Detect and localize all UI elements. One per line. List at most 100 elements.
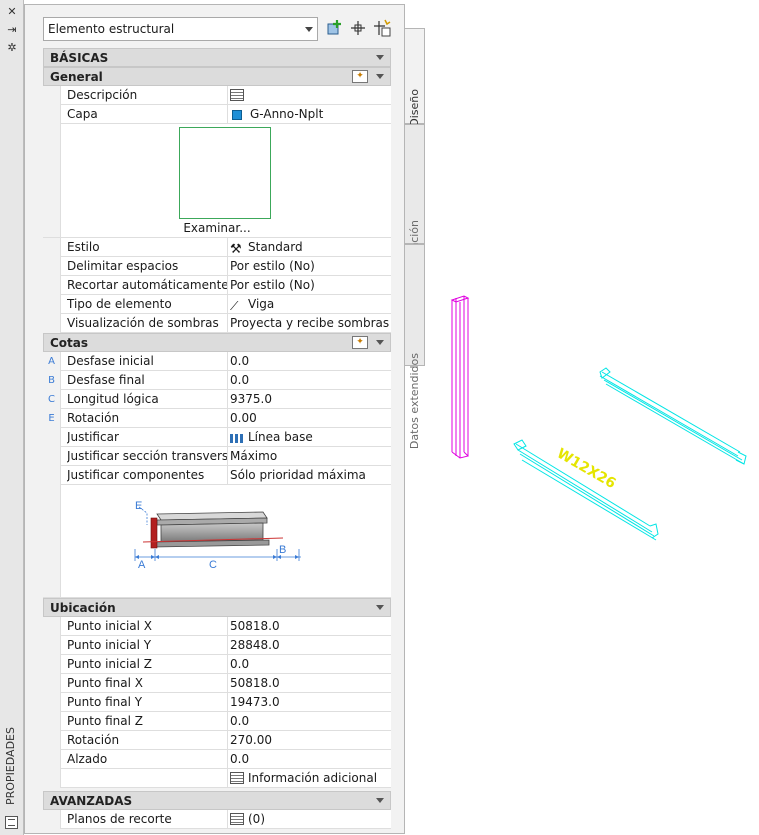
property-value[interactable]: ⟋ Viga [230,295,390,314]
collapse-icon[interactable] [376,74,384,79]
column-member[interactable] [450,295,470,459]
property-value[interactable] [230,86,390,105]
properties-window-icon[interactable] [5,816,18,829]
property-label: Longitud lógica [67,390,228,409]
dimension-key: E [43,409,61,428]
property-row-justify[interactable]: Justificar Línea base [43,428,391,447]
property-row-shadow-display[interactable]: Visualización de sombras Proyecta y reci… [43,314,391,333]
property-row-end-z[interactable]: Punto final Z 0.0 [43,712,391,731]
property-row-justify-components[interactable]: Justificar componentes Sólo prioridad má… [43,466,391,485]
row-gutter [43,276,61,295]
property-value[interactable]: Proyecta y recibe sombras [230,314,390,333]
property-row-end-x[interactable]: Punto final X 50818.0 [43,674,391,693]
property-value[interactable]: 0.0 [230,712,390,731]
category-basic[interactable]: BÁSICAS [43,48,391,67]
category-advanced[interactable]: AVANZADAS [43,791,391,810]
property-row-start-z[interactable]: Punto inicial Z 0.0 [43,655,391,674]
property-row-description[interactable]: Descripción [43,86,391,105]
palette-title: PROPIEDADES [4,727,17,805]
property-row-additional-info[interactable]: Información adicional [43,769,391,788]
property-row-elevation[interactable]: Alzado 0.0 [43,750,391,769]
property-value[interactable]: Máximo [230,447,390,466]
property-value[interactable]: Por estilo (No) [230,276,390,295]
property-row-start-y[interactable]: Punto inicial Y 28848.0 [43,636,391,655]
justify-icon [230,434,244,443]
row-gutter [43,674,61,693]
property-value[interactable]: 0.0 [230,750,390,769]
category-dimensions[interactable]: Cotas ✦ [43,333,391,352]
additional-info-button[interactable]: Información adicional [248,771,377,785]
property-row-style[interactable]: Estilo ⚒ Standard [43,238,391,257]
property-value[interactable]: (0) [230,810,390,829]
category-dimensions-label: Cotas [50,336,89,350]
row-gutter [43,655,61,674]
property-row-rotation[interactable]: E Rotación 0.00 [43,409,391,428]
category-general[interactable]: General ✦ [43,67,391,86]
property-value[interactable]: 50818.0 [230,617,390,636]
property-value[interactable]: Sólo prioridad máxima [230,466,390,485]
property-row-end-y[interactable]: Punto final Y 19473.0 [43,693,391,712]
property-value[interactable]: 270.00 [230,731,390,750]
beam-member-upper[interactable] [599,367,747,465]
property-label: Punto inicial X [67,617,228,636]
property-value[interactable]: 0.0 [230,655,390,674]
property-value[interactable]: Información adicional [230,769,390,788]
property-row-clip-planes[interactable]: Planos de recorte (0) [43,810,391,829]
object-type-select[interactable]: Elemento estructural [43,17,318,41]
property-row-location-rotation[interactable]: Rotación 270.00 [43,731,391,750]
dimension-key [43,466,61,485]
property-label: Punto inicial Z [67,655,228,674]
collapse-icon[interactable] [376,55,384,60]
property-row-start-offset[interactable]: A Desfase inicial 0.0 [43,352,391,371]
browse-button[interactable]: Examinar... [43,221,391,235]
collapse-icon[interactable] [376,798,384,803]
property-row-justify-cross-section[interactable]: Justificar sección transversal Máximo [43,447,391,466]
property-grid: BÁSICAS General ✦ Descripción Capa G-Ann… [43,48,391,829]
auto-hide-icon[interactable]: ⇥ [4,23,20,37]
quick-select-icon[interactable] [372,19,392,39]
category-location[interactable]: Ubicación [43,598,391,617]
select-objects-icon[interactable] [348,19,368,39]
property-row-logical-length[interactable]: C Longitud lógica 9375.0 [43,390,391,409]
table-icon[interactable] [230,89,244,101]
add-selection-icon[interactable] [325,19,345,39]
property-row-layer[interactable]: Capa G-Anno-Nplt [43,105,391,124]
property-value[interactable]: 19473.0 [230,693,390,712]
dimension-key [43,428,61,447]
member-type-value: Viga [248,297,275,311]
property-value[interactable]: 50818.0 [230,674,390,693]
property-value[interactable]: G-Anno-Nplt [230,105,390,124]
category-advanced-label: AVANZADAS [50,794,133,808]
property-value[interactable]: 0.00 [230,409,390,428]
row-gutter [43,693,61,712]
property-value[interactable]: 0.0 [230,371,390,390]
property-value[interactable]: Por estilo (No) [230,257,390,276]
table-icon[interactable] [230,813,244,825]
tab-extended-data[interactable]: Datos extendidos [405,244,425,449]
property-row-member-type[interactable]: Tipo de elemento ⟋ Viga [43,295,391,314]
collapse-icon[interactable] [376,340,384,345]
tab-display[interactable]: Visualización [405,124,425,291]
drawing-area[interactable]: W12X26 [430,280,759,560]
collapse-icon[interactable] [376,605,384,610]
property-value[interactable]: ⚒ Standard [230,238,390,257]
property-row-bound-spaces[interactable]: Delimitar espacios Por estilo (No) [43,257,391,276]
table-icon[interactable] [230,772,244,784]
properties-palette: Elemento estructural BÁSICAS General ✦ D… [24,4,405,834]
quick-properties-icon[interactable]: ✦ [352,70,368,83]
property-label: Rotación [67,409,228,428]
close-icon[interactable]: ✕ [4,5,20,19]
property-row-start-x[interactable]: Punto inicial X 50818.0 [43,617,391,636]
quick-properties-icon[interactable]: ✦ [352,336,368,349]
property-row-end-offset[interactable]: B Desfase final 0.0 [43,371,391,390]
settings-icon[interactable]: ✲ [4,41,20,55]
beam-member-lower[interactable] [513,439,659,541]
tab-design[interactable]: Diseño [405,28,425,127]
row-gutter [43,295,61,314]
property-value[interactable]: Línea base [230,428,390,447]
property-value[interactable]: 9375.0 [230,390,390,409]
property-value[interactable]: 0.0 [230,352,390,371]
property-value[interactable]: 28848.0 [230,636,390,655]
style-preview-image [179,127,271,219]
property-row-auto-trim[interactable]: Recortar automáticamente Por estilo (No) [43,276,391,295]
